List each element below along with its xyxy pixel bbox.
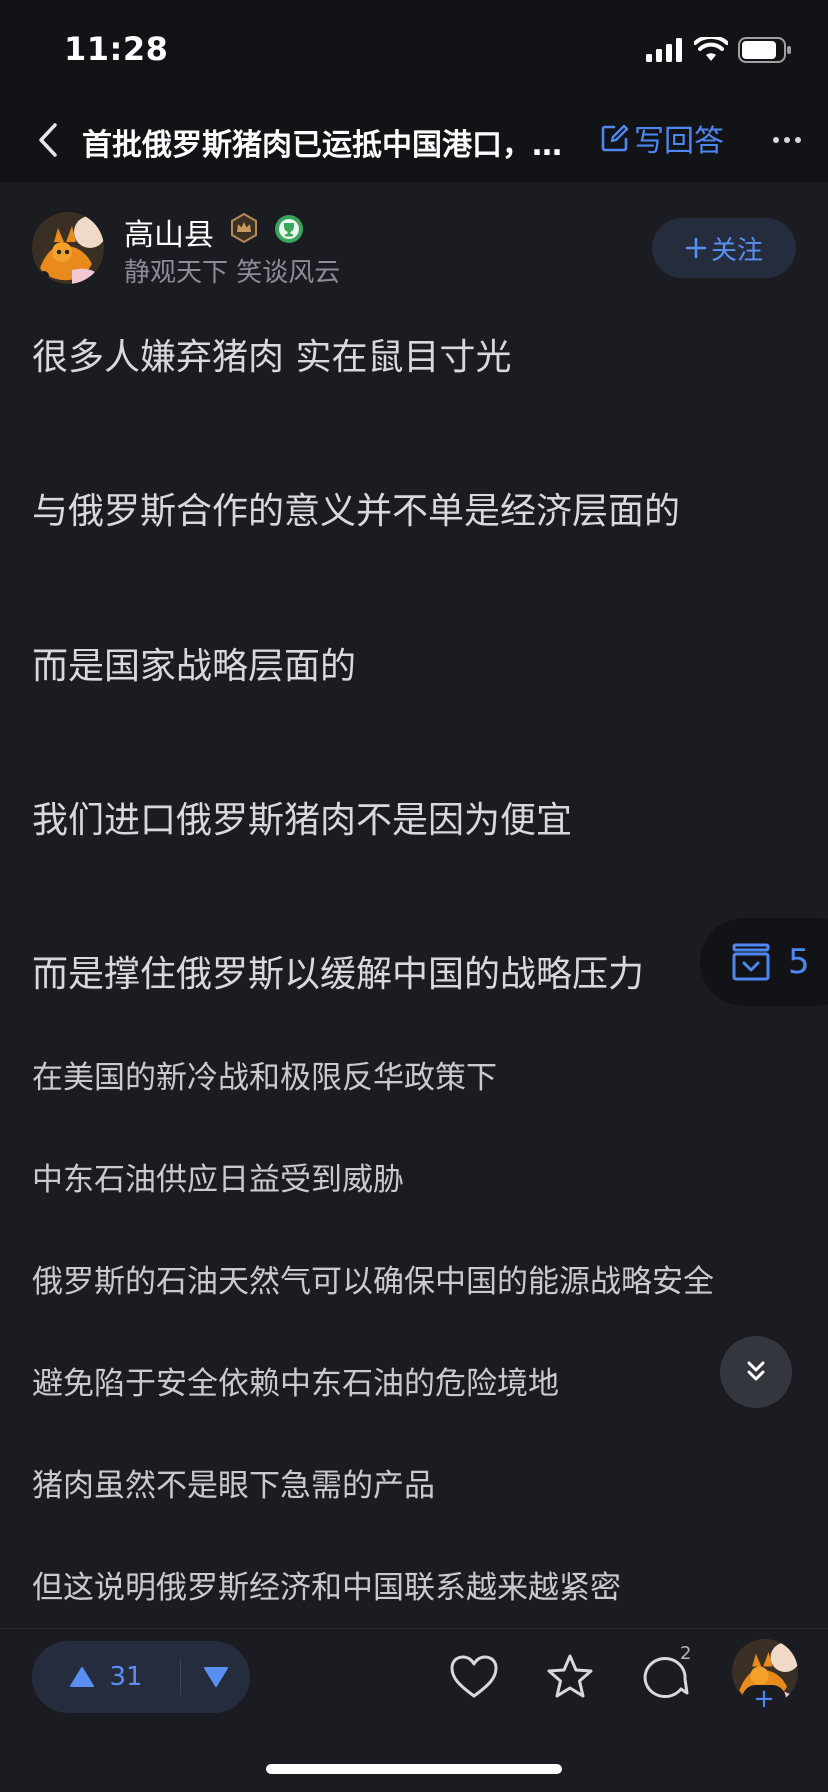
back-icon — [39, 123, 57, 157]
paragraph: 俄罗斯的石油天然气可以确保中国的能源战略安全 — [32, 1264, 714, 1300]
paragraph: 中东石油供应日益受到威胁 — [32, 1162, 404, 1198]
like-button[interactable] — [446, 1649, 502, 1705]
paragraph: 但这说明俄罗斯经济和中国联系越来越紧密 — [32, 1570, 621, 1606]
more-icon-dot — [795, 137, 801, 143]
paragraph: 猪肉虽然不是眼下急需的产品 — [32, 1468, 435, 1504]
wifi-icon — [694, 37, 728, 61]
downvote-icon — [203, 1667, 228, 1687]
trophy-badge-icon[interactable] — [274, 214, 304, 244]
next-answer-button[interactable] — [720, 1336, 792, 1408]
upvote-icon — [70, 1667, 95, 1687]
favorite-button[interactable] — [542, 1649, 598, 1705]
author-avatar-image — [32, 212, 104, 284]
paragraph: 很多人嫌弃猪肉 实在鼠目寸光 — [32, 337, 512, 378]
comment-count: 2 — [680, 1643, 692, 1664]
paragraph: 避免陷于安全依赖中东石油的危险境地 — [32, 1366, 559, 1402]
follow-label: 关注 — [710, 235, 763, 266]
paragraph: 在美国的新冷战和极限反华政策下 — [32, 1060, 497, 1096]
edit-icon — [601, 124, 629, 152]
more-icon — [773, 137, 779, 143]
more-button[interactable] — [764, 120, 810, 160]
upvote-button[interactable]: 31 — [32, 1641, 180, 1713]
upvote-count: 31 — [109, 1662, 143, 1692]
question-title[interactable]: 首批俄罗斯猪肉已运抵中国港口，… — [82, 120, 582, 164]
add-button[interactable]: + — [742, 1685, 786, 1713]
collection-box-icon — [732, 943, 770, 981]
downvote-button[interactable] — [181, 1641, 250, 1713]
paragraph: 而是国家战略层面的 — [32, 646, 357, 687]
crown-badge-icon[interactable] — [228, 212, 260, 244]
status-time: 11:28 — [64, 30, 169, 68]
signal-icon — [646, 38, 682, 62]
follow-button[interactable]: 关注 — [652, 218, 796, 278]
collection-float-button[interactable]: 5 — [700, 918, 828, 1006]
author-avatar[interactable] — [32, 212, 104, 284]
write-answer-button[interactable]: 写回答 — [600, 118, 724, 159]
answer-page: 11:28 首批俄罗斯猪肉已运抵中国港口，… 写回答 高山县 静观天下 笑谈风云… — [0, 0, 828, 1792]
battery-icon — [738, 37, 791, 63]
more-icon-dot — [784, 137, 790, 143]
double-chevron-down-icon — [747, 1361, 765, 1381]
write-answer-label: 写回答 — [634, 124, 724, 159]
author-name[interactable]: 高山县 — [124, 210, 214, 254]
vote-control: 31 — [32, 1641, 250, 1713]
collection-count: 5 — [788, 942, 810, 982]
nav-bar: 首批俄罗斯猪肉已运抵中国港口，… 写回答 — [0, 96, 828, 182]
paragraph: 而是撑住俄罗斯以缓解中国的战略压力 — [32, 954, 645, 995]
status-bar: 11:28 — [0, 0, 828, 96]
home-indicator — [266, 1764, 562, 1774]
author-bio: 静观天下 笑谈风云 — [124, 258, 341, 288]
star-icon — [547, 1654, 593, 1698]
author-row: 高山县 静观天下 笑谈风云 关注 — [0, 182, 828, 292]
plus-icon — [685, 237, 707, 259]
back-button[interactable] — [28, 118, 68, 162]
heart-icon — [450, 1655, 498, 1698]
paragraph: 我们进口俄罗斯猪肉不是因为便宜 — [32, 800, 573, 841]
paragraph: 与俄罗斯合作的意义并不单是经济层面的 — [32, 491, 681, 532]
status-icons — [646, 36, 792, 64]
